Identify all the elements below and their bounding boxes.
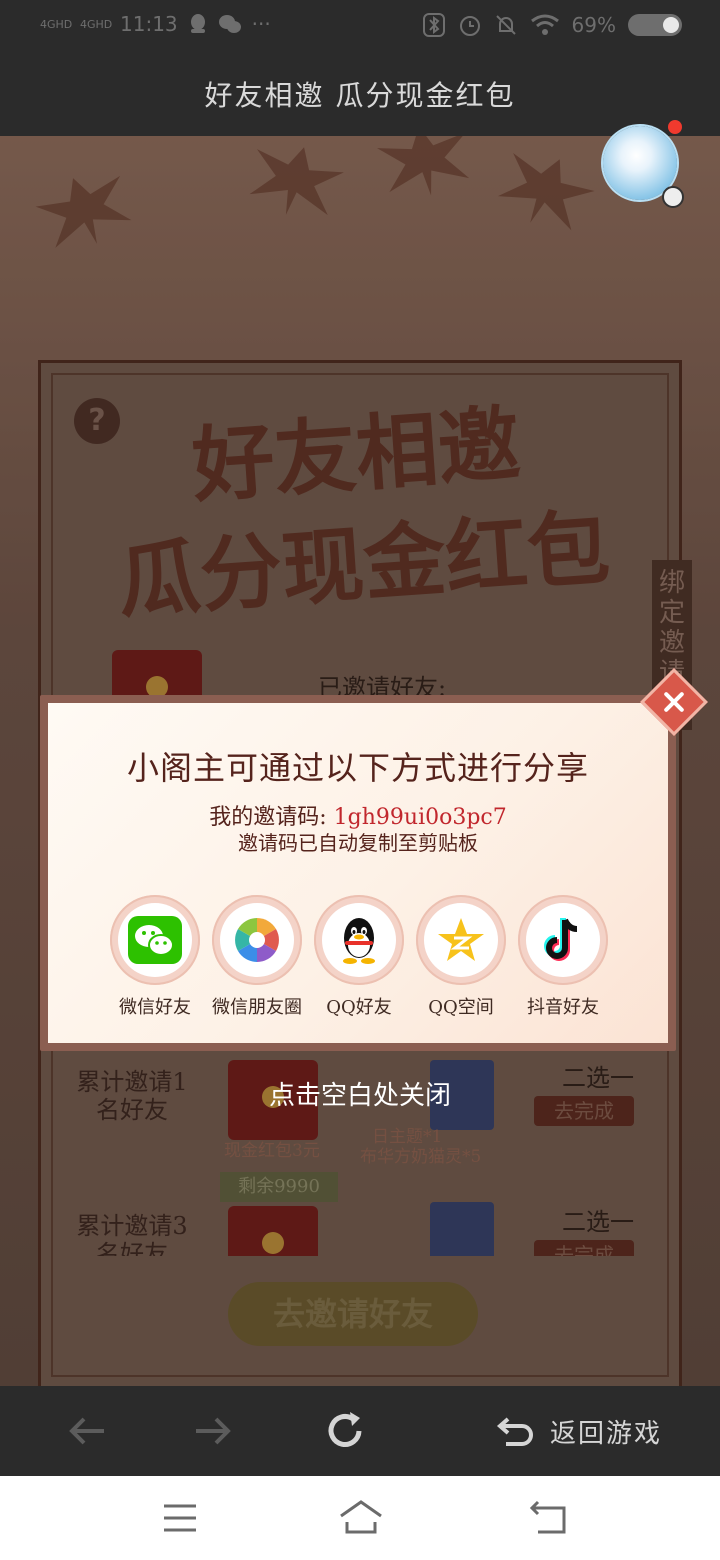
battery-icon [628,14,682,36]
return-icon [496,1417,533,1446]
share-icon-ring [212,895,302,985]
back-arrow-icon[interactable] [64,1408,110,1454]
back-icon[interactable] [528,1498,568,1538]
signal-icon-2: 4GHD [80,17,113,31]
share-icon-disc [526,903,600,977]
wifi-icon [530,14,559,35]
share-icon-disc [118,903,192,977]
battery-percent: 69% [571,13,616,37]
refresh-icon[interactable] [322,1408,368,1454]
status-left: 4GHD 4GHD 11:13 ··· [40,12,271,36]
share-icon-disc [424,903,498,977]
copied-note: 邀请码已自动复制至剪贴板 [238,831,478,855]
share-option-label: QQ空间 [428,997,494,1018]
forward-arrow-icon[interactable] [190,1408,236,1454]
share-icon-disc [220,903,294,977]
share-option-label: QQ好友 [326,997,392,1018]
share-icon-disc [322,903,396,977]
share-wechat-moments[interactable]: 微信朋友圈 [212,895,302,1019]
system-nav-bar [0,1476,720,1560]
signal-icon: 4GHD [40,17,73,31]
share-icon-ring [314,895,404,985]
mini-badge-icon [662,186,684,208]
return-to-game-label: 返回游戏 [550,1418,663,1449]
bluetooth-icon [422,13,445,37]
douyin-icon [544,918,578,961]
share-option-label: 抖音好友 [527,997,599,1018]
share-option-label: 微信朋友圈 [212,997,302,1018]
share-icon-ring [110,895,200,985]
wechat-icon [128,916,182,964]
return-to-game-button[interactable]: 返回游戏 [496,1406,662,1456]
home-icon[interactable] [338,1498,384,1538]
wechat-notification-icon [218,15,241,33]
notification-dot [668,120,682,134]
share-icon-ring [416,895,506,985]
share-icon-ring [518,895,608,985]
menu-icon[interactable] [160,1498,200,1538]
more-notifications: ··· [251,12,271,36]
share-qq[interactable]: QQ好友 [314,895,404,1019]
share-option-label: 微信好友 [119,997,191,1018]
clock: 11:13 [120,12,178,36]
alarm-icon [459,16,480,36]
page-title: 好友相邀 瓜分现金红包 [0,56,720,136]
tap-to-close-hint: 点击空白处关闭 [268,1081,451,1111]
qq-notification-icon [190,14,205,33]
share-qzone[interactable]: QQ空间 [416,895,506,1019]
browser-toolbar: 返回游戏 [0,1386,720,1476]
status-right: 69% [422,12,682,38]
share-wechat[interactable]: 微信好友 [110,895,200,1019]
qzone-icon [438,918,484,961]
share-dialog: 小阁主可通过以下方式进行分享 我的邀请码: 1gh99ui0o3pc7 邀请码已… [40,695,676,1051]
mute-icon [495,15,516,35]
qq-icon [343,918,375,964]
share-dialog-title: 小阁主可通过以下方式进行分享 [126,749,589,787]
share-options: 微信好友 微信朋友圈 QQ好友 QQ空间 抖音好友 [110,895,608,1019]
share-dialog-card: 小阁主可通过以下方式进行分享 我的邀请码: 1gh99ui0o3pc7 邀请码已… [48,703,668,1043]
share-douyin[interactable]: 抖音好友 [518,895,608,1019]
wechat-moments-icon [235,918,279,962]
status-bar: 4GHD 4GHD 11:13 ··· 69% [0,0,720,56]
